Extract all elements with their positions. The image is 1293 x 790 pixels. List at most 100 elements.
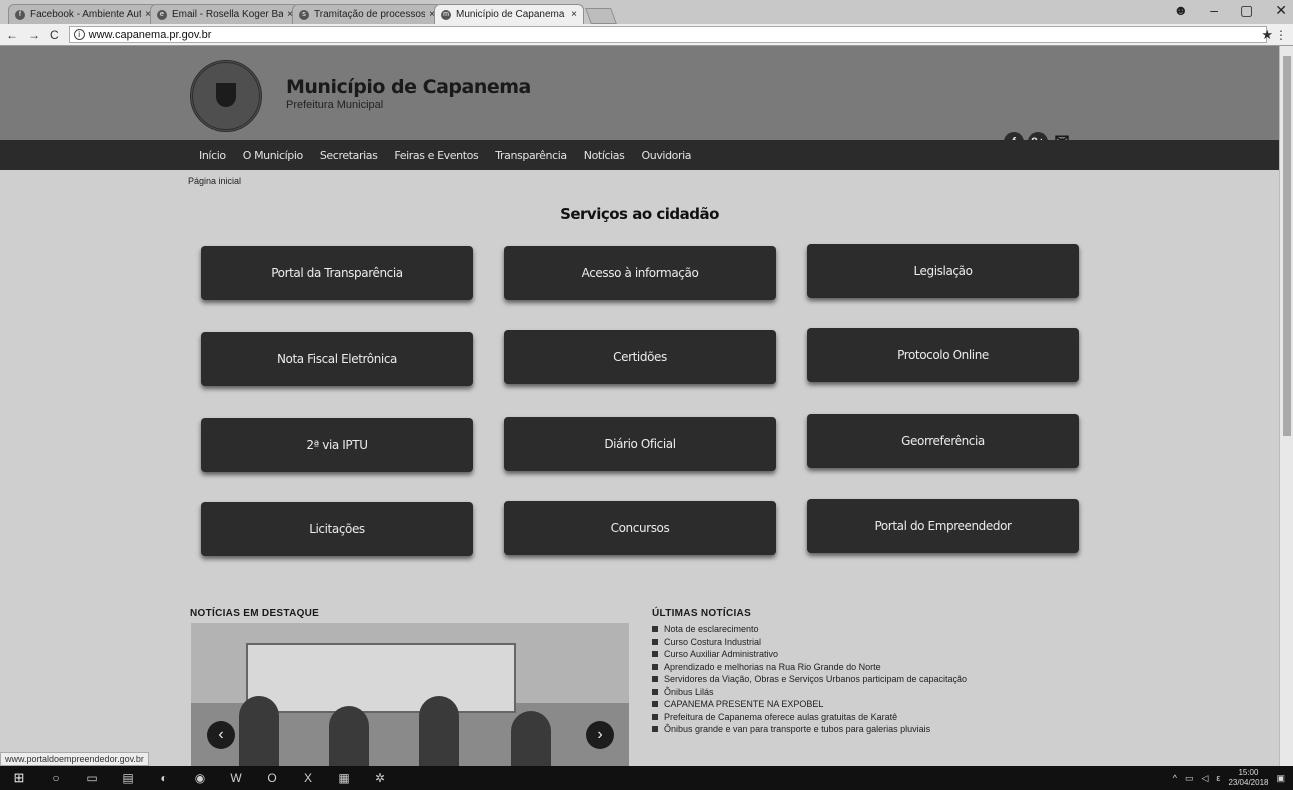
bullet-icon bbox=[652, 688, 658, 695]
excel-icon[interactable]: X bbox=[290, 771, 326, 785]
news-item[interactable]: Ônibus grande e van para transporte e tu… bbox=[652, 723, 967, 736]
network-icon[interactable]: ▭ bbox=[1185, 773, 1194, 784]
news-item-label: Curso Auxiliar Administrativo bbox=[664, 649, 779, 660]
service-button-portal-transparencia[interactable]: Portal da Transparência bbox=[201, 246, 473, 300]
browser-tab-active[interactable]: m Município de Capanema × bbox=[434, 4, 584, 24]
municipal-crest-logo[interactable] bbox=[190, 60, 262, 132]
nav-noticias[interactable]: Notícias bbox=[584, 149, 625, 162]
news-item[interactable]: Nota de esclarecimento bbox=[652, 623, 967, 636]
site-subtitle: Prefeitura Municipal bbox=[286, 99, 384, 111]
nav-secretarias[interactable]: Secretarias bbox=[320, 149, 378, 162]
photo-board bbox=[246, 643, 516, 713]
latest-news-list: Nota de esclarecimento Curso Costura Ind… bbox=[652, 623, 967, 736]
reload-icon[interactable]: C bbox=[50, 28, 59, 42]
site-icon: m bbox=[441, 9, 451, 20]
close-icon[interactable]: × bbox=[571, 9, 577, 20]
site-title[interactable]: Município de Capanema bbox=[286, 76, 531, 98]
service-button-legislacao[interactable]: Legislação bbox=[807, 244, 1079, 298]
email-icon: e bbox=[157, 9, 167, 20]
breadcrumb[interactable]: Página inicial bbox=[188, 176, 241, 186]
nav-ouvidoria[interactable]: Ouvidoria bbox=[641, 149, 691, 162]
featured-news-photo[interactable]: ‹ › bbox=[191, 623, 629, 766]
chrome-icon[interactable]: ◉ bbox=[182, 771, 218, 785]
word-icon[interactable]: W bbox=[218, 771, 254, 785]
forward-icon[interactable]: → bbox=[28, 28, 40, 42]
service-button-licitacoes[interactable]: Licitações bbox=[201, 502, 473, 556]
window-controls: ☻ – ▢ ✕ bbox=[1174, 2, 1288, 19]
firefox-icon[interactable]: ◐ bbox=[146, 771, 182, 785]
service-button-iptu[interactable]: 2ª via IPTU bbox=[201, 418, 473, 472]
browser-tab[interactable]: s Tramitação de processos × bbox=[292, 4, 442, 24]
service-button-nota-fiscal[interactable]: Nota Fiscal Eletrônica bbox=[201, 332, 473, 386]
notifications-icon[interactable]: ▣ bbox=[1276, 773, 1285, 784]
news-item-label: Curso Costura Industrial bbox=[664, 636, 762, 647]
service-button-georreferencia[interactable]: Georreferência bbox=[807, 414, 1079, 468]
news-item[interactable]: Prefeitura de Capanema oferece aulas gra… bbox=[652, 711, 967, 724]
page-viewport: Município de Capanema Prefeitura Municip… bbox=[0, 46, 1279, 766]
browser-tab[interactable]: f Facebook - Ambiente Autonomo Cargueiros… bbox=[8, 4, 158, 24]
maximize-icon[interactable]: ▢ bbox=[1240, 2, 1253, 19]
carousel-next-icon[interactable]: › bbox=[586, 721, 614, 749]
services-title: Serviços ao cidadão bbox=[560, 205, 719, 223]
task-view-icon[interactable]: ▭ bbox=[74, 771, 110, 785]
new-tab-button[interactable] bbox=[585, 8, 617, 24]
language-icon[interactable]: ε bbox=[1216, 773, 1220, 783]
news-item-label: Aprendizado e melhorias na Rua Rio Grand… bbox=[664, 661, 881, 672]
volume-icon[interactable]: ◁ bbox=[1202, 773, 1209, 784]
news-item-label: Prefeitura de Capanema oferece aulas gra… bbox=[664, 711, 898, 722]
info-icon[interactable]: i bbox=[73, 29, 85, 40]
carousel-prev-icon[interactable]: ‹ bbox=[207, 721, 235, 749]
photo-person bbox=[329, 706, 369, 766]
tab-label: Município de Capanema bbox=[456, 9, 565, 20]
featured-news-title: NOTÍCIAS EM DESTAQUE bbox=[190, 608, 320, 619]
news-item[interactable]: Servidores da Viação, Obras e Serviços U… bbox=[652, 673, 967, 686]
browser-tab[interactable]: eEmail - Rosella Koger Batista× bbox=[150, 4, 300, 24]
bullet-icon bbox=[652, 626, 658, 633]
bullet-icon bbox=[652, 676, 658, 683]
bullet-icon bbox=[652, 726, 658, 733]
nav-feiras-eventos[interactable]: Feiras e Eventos bbox=[394, 149, 478, 162]
site-icon: s bbox=[299, 9, 309, 20]
system-clock[interactable]: 15:00 23/04/2018 bbox=[1228, 768, 1268, 788]
profile-icon[interactable]: ☻ bbox=[1174, 2, 1189, 19]
close-window-icon[interactable]: ✕ bbox=[1275, 2, 1287, 19]
news-item-label: Ônibus Lilás bbox=[664, 686, 714, 697]
browser-menu-icon[interactable]: ⋮ bbox=[1275, 28, 1287, 42]
news-item[interactable]: Ônibus Lilás bbox=[652, 686, 967, 699]
settings-icon[interactable]: ✲ bbox=[362, 771, 398, 785]
page-scrollbar[interactable] bbox=[1279, 46, 1293, 766]
tray-chevron-icon[interactable]: ^ bbox=[1173, 773, 1177, 783]
news-item[interactable]: Aprendizado e melhorias na Rua Rio Grand… bbox=[652, 661, 967, 674]
news-item[interactable]: Curso Costura Industrial bbox=[652, 636, 967, 649]
clock-date: 23/04/2018 bbox=[1228, 778, 1269, 787]
service-button-portal-empreendedor[interactable]: Portal do Empreendedor bbox=[807, 499, 1079, 553]
news-item[interactable]: Curso Auxiliar Administrativo bbox=[652, 648, 967, 661]
bookmark-star-icon[interactable]: ★ bbox=[1261, 27, 1273, 43]
nav-inicio[interactable]: Início bbox=[199, 149, 226, 162]
bullet-icon bbox=[652, 651, 658, 658]
system-tray: ^ ▭ ◁ ε 15:00 23/04/2018 ▣ bbox=[1173, 766, 1285, 790]
bullet-icon bbox=[652, 713, 658, 720]
service-button-acesso-informacao[interactable]: Acesso à informação bbox=[504, 246, 776, 300]
address-bar[interactable]: i www.capanema.pr.gov.br bbox=[68, 26, 1267, 43]
tab-label: Facebook - Ambiente Autonomo Cargueiros bbox=[30, 9, 141, 20]
service-button-protocolo-online[interactable]: Protocolo Online bbox=[807, 328, 1079, 382]
minimize-icon[interactable]: – bbox=[1210, 2, 1218, 19]
app-icon[interactable]: ▦ bbox=[326, 771, 362, 785]
photo-person bbox=[511, 711, 551, 766]
service-button-certidoes[interactable]: Certidões bbox=[504, 330, 776, 384]
back-icon[interactable]: ← bbox=[6, 28, 18, 42]
file-explorer-icon[interactable]: ▤ bbox=[110, 771, 146, 785]
scrollbar-thumb[interactable] bbox=[1283, 56, 1291, 436]
photo-person bbox=[419, 696, 459, 766]
windows-start-icon[interactable]: ⊞ bbox=[0, 770, 38, 786]
nav-transparencia[interactable]: Transparência bbox=[495, 149, 567, 162]
service-button-diario-oficial[interactable]: Diário Oficial bbox=[504, 417, 776, 471]
service-button-concursos[interactable]: Concursos bbox=[504, 501, 776, 555]
news-item[interactable]: CAPANEMA PRESENTE NA EXPOBEL bbox=[652, 698, 967, 711]
search-icon[interactable]: ○ bbox=[38, 771, 74, 785]
main-nav: Início O Município Secretarias Feiras e … bbox=[0, 140, 1279, 170]
url-text: www.capanema.pr.gov.br bbox=[88, 28, 212, 41]
outlook-icon[interactable]: O bbox=[254, 771, 290, 785]
nav-o-municipio[interactable]: O Município bbox=[243, 149, 304, 162]
